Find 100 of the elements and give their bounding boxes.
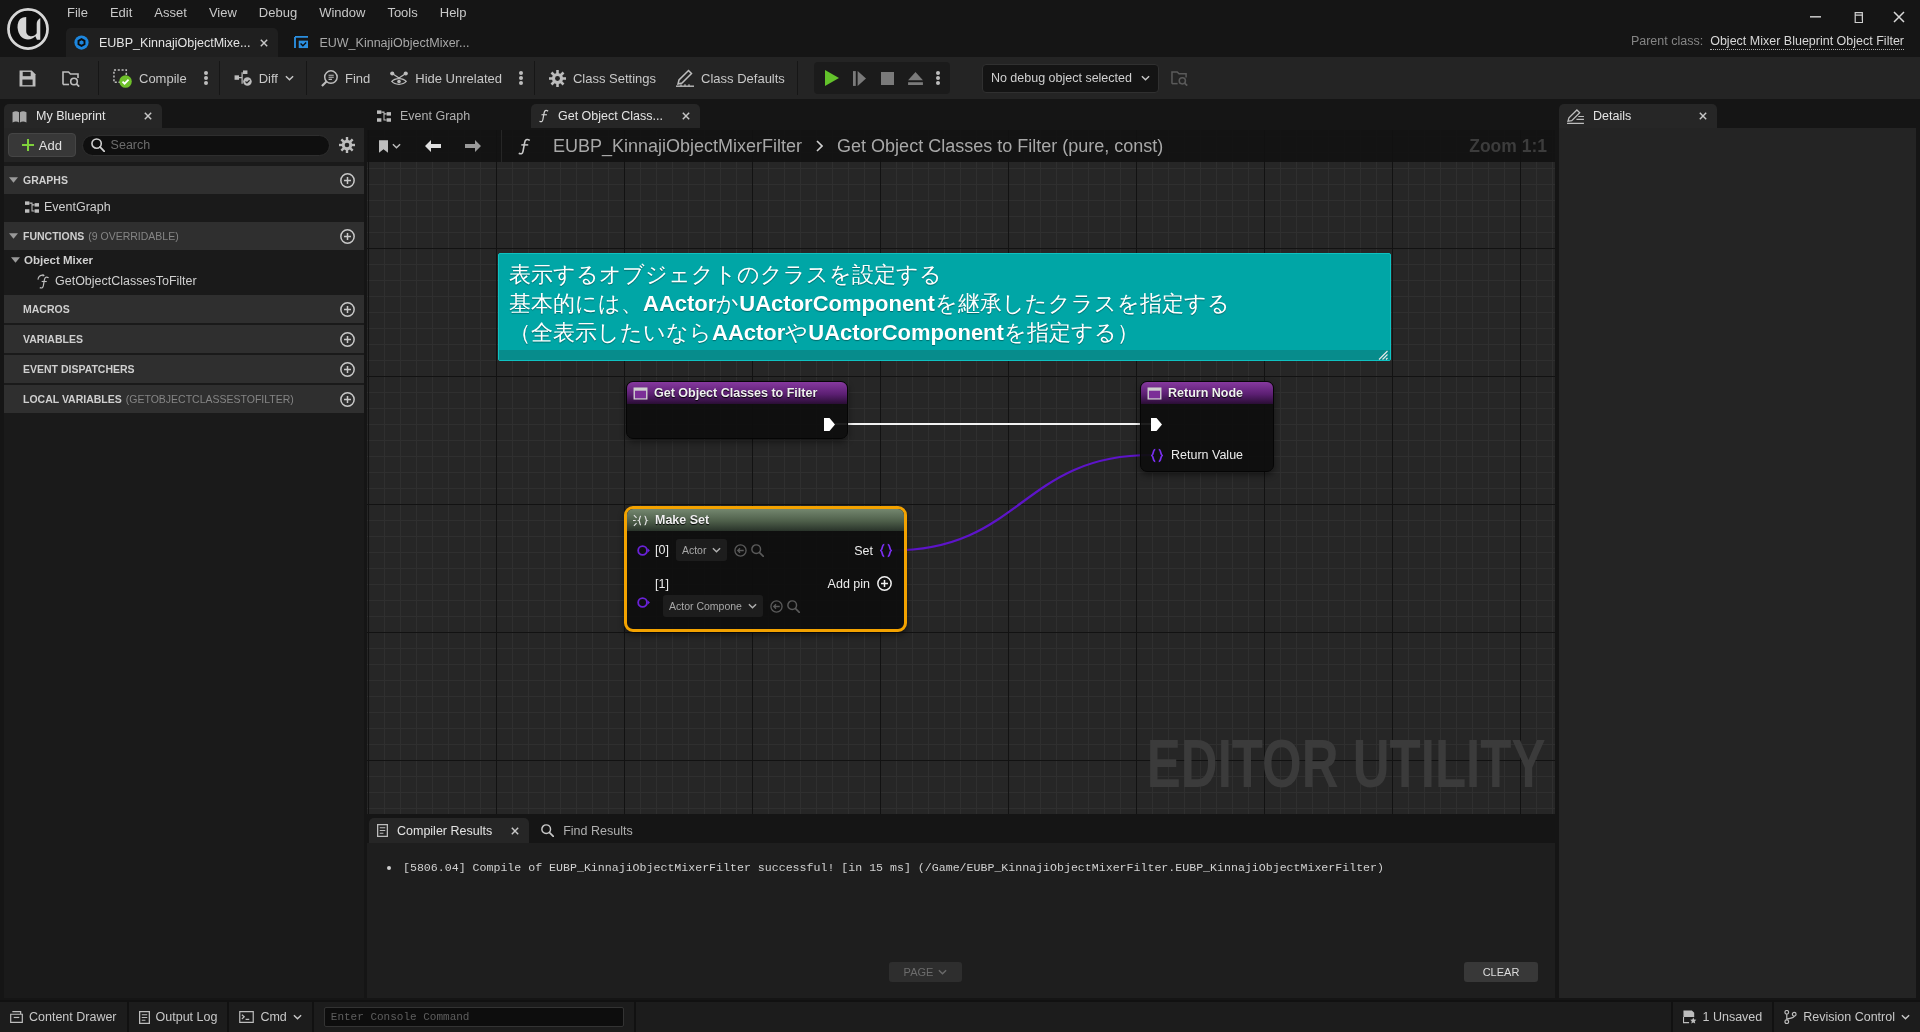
panel-tab[interactable]: Event Graph	[369, 104, 527, 128]
toolbar-button[interactable]: Compile	[105, 63, 195, 93]
toolbar-button[interactable]: Diff	[225, 63, 302, 93]
caret-icon	[1140, 75, 1150, 81]
bullet-icon	[387, 865, 391, 870]
list-item[interactable]: EventGraph	[4, 194, 364, 220]
search-icon	[751, 543, 765, 557]
graph-node[interactable]: Get Object Classes to Filter	[626, 381, 848, 439]
toolbar-button[interactable]: Find	[312, 63, 379, 93]
menu-item[interactable]: View	[197, 3, 248, 22]
status-bar-button[interactable]: Cmd	[229, 1002, 312, 1032]
section-header[interactable]: EVENT DISPATCHERS	[4, 355, 364, 383]
document-tab[interactable]: EUBP_KinnajiObjectMixe...	[66, 28, 279, 57]
book-icon	[12, 109, 27, 123]
caret-icon	[284, 75, 294, 81]
section-title: LOCAL VARIABLES	[23, 393, 122, 405]
node-title: Return Node	[1168, 386, 1243, 400]
folder-search-icon	[62, 69, 80, 87]
search-field[interactable]: Search	[81, 134, 331, 156]
graph-node[interactable]: Make Set [0] Actor [1] Actor Compone Set Add pin	[624, 506, 907, 632]
section-title: VARIABLES	[23, 333, 83, 345]
section-header[interactable]: LOCAL VARIABLES (GETOBJECTCLASSESTOFILTER)	[4, 385, 364, 413]
toolbar-button[interactable]: Class Defaults	[668, 63, 793, 93]
caret-icon	[392, 143, 401, 149]
pin-label: Return Value	[1171, 448, 1244, 462]
add-icon	[340, 391, 355, 407]
debug-object-dropdown[interactable]: No debug object selected	[981, 63, 1159, 93]
function-arrow-icon	[37, 273, 50, 289]
list-item[interactable]: GetObjectClassesToFilter	[4, 269, 364, 293]
console-input[interactable]: Enter Console Command	[323, 1007, 624, 1027]
forward-arrow-icon	[465, 140, 481, 152]
menu-item[interactable]: Asset	[143, 3, 198, 22]
class-dropdown[interactable]: Actor	[675, 539, 728, 561]
category-row[interactable]: Object Mixer	[4, 250, 364, 269]
status-bar-button[interactable]: Revision Control	[1774, 1002, 1920, 1032]
add-button[interactable]: Add	[8, 133, 76, 157]
panel-tab[interactable]: Find Results	[533, 818, 653, 843]
class-dropdown[interactable]: Actor Compone	[663, 595, 763, 617]
panel-tab[interactable]: Get Object Class...	[531, 104, 700, 128]
clear-button[interactable]: CLEAR	[1464, 962, 1538, 982]
document-icon	[377, 824, 388, 837]
section-header[interactable]: GRAPHS	[4, 166, 364, 194]
panel-tab[interactable]: My Blueprint	[4, 104, 162, 128]
caret-icon	[292, 1014, 302, 1020]
panel-icon	[1147, 386, 1162, 400]
braces-burst-icon	[633, 513, 649, 527]
section-title: GRAPHS	[23, 174, 68, 186]
add-icon	[340, 361, 355, 377]
chevron-right-icon	[816, 140, 824, 152]
document-tab[interactable]: EUW_KinnajiObjectMixer...	[286, 28, 480, 57]
caret-icon	[1901, 1014, 1910, 1020]
status-bar-button[interactable]: Content Drawer	[0, 1002, 127, 1032]
node-graph-icon	[377, 109, 391, 123]
function-icon	[518, 137, 531, 155]
close-icon	[260, 38, 269, 47]
add-icon	[340, 172, 355, 188]
toolbar-button[interactable]: Hide Unrelated	[382, 63, 510, 93]
breadcrumb-link[interactable]: EUBP_KinnajiObjectMixerFilter	[553, 135, 817, 157]
document-icon	[138, 1010, 150, 1024]
section-header[interactable]: MACROS	[4, 295, 364, 323]
engine-logo-icon	[7, 7, 49, 50]
menu-item[interactable]: Tools	[376, 3, 429, 22]
resize-grip-icon	[1378, 350, 1388, 360]
section-header[interactable]: FUNCTIONS (9 OVERRIDABLE)	[4, 222, 364, 250]
arrow-pin-icon	[1151, 417, 1162, 431]
play-icon	[824, 70, 839, 86]
section-header[interactable]: VARIABLES	[4, 325, 364, 353]
comment-text: 基本的には、AActorかUActorComponentを継承したクラスを指定する	[509, 290, 1231, 318]
arrow-circle-icon	[734, 543, 748, 557]
status-bar-button[interactable]: 1 Unsaved	[1672, 1002, 1773, 1032]
toolbar-button[interactable]: Class Settings	[540, 63, 665, 93]
menu-item[interactable]: Debug	[247, 3, 309, 22]
parent-class-link[interactable]: Object Mixer Blueprint Object Filter	[1710, 34, 1904, 50]
section-title: MACROS	[23, 303, 70, 315]
braces-icon	[1151, 447, 1163, 463]
gear-icon	[339, 137, 356, 153]
status-bar-button[interactable]: Output Log	[128, 1002, 228, 1032]
panel-icon	[633, 386, 648, 400]
parent-class-label: Parent class:	[1630, 34, 1704, 48]
comment-text: （全表示したいならAActorやUActorComponentを指定する）	[509, 319, 1140, 347]
close-icon	[1699, 112, 1707, 120]
eye-nodes-icon	[390, 70, 409, 86]
arrow-circle-icon	[769, 599, 783, 613]
breadcrumb-link[interactable]: Get Object Classes to Filter (pure, const)	[837, 135, 1178, 157]
panel-tab[interactable]: Details	[1559, 104, 1717, 128]
section-title: EVENT DISPATCHERS	[23, 363, 135, 375]
section-title: FUNCTIONS	[23, 230, 85, 242]
add-icon	[340, 301, 355, 317]
panel-tab[interactable]: Compiler Results	[369, 818, 530, 843]
floppy-star-icon	[1682, 1010, 1697, 1024]
graph-node[interactable]: Return Node Return Value	[1140, 381, 1274, 472]
add-pin-button[interactable]: Add pin	[827, 576, 892, 591]
menu-item[interactable]: Window	[308, 3, 377, 22]
add-icon	[340, 228, 355, 244]
menu-item[interactable]: Help	[428, 3, 478, 22]
menu-item[interactable]: Edit	[98, 3, 144, 22]
close-icon	[1893, 11, 1905, 23]
menu-item[interactable]: File	[56, 3, 99, 22]
compile-icon	[113, 68, 132, 88]
section-note: (9 OVERRIDABLE)	[88, 230, 179, 242]
